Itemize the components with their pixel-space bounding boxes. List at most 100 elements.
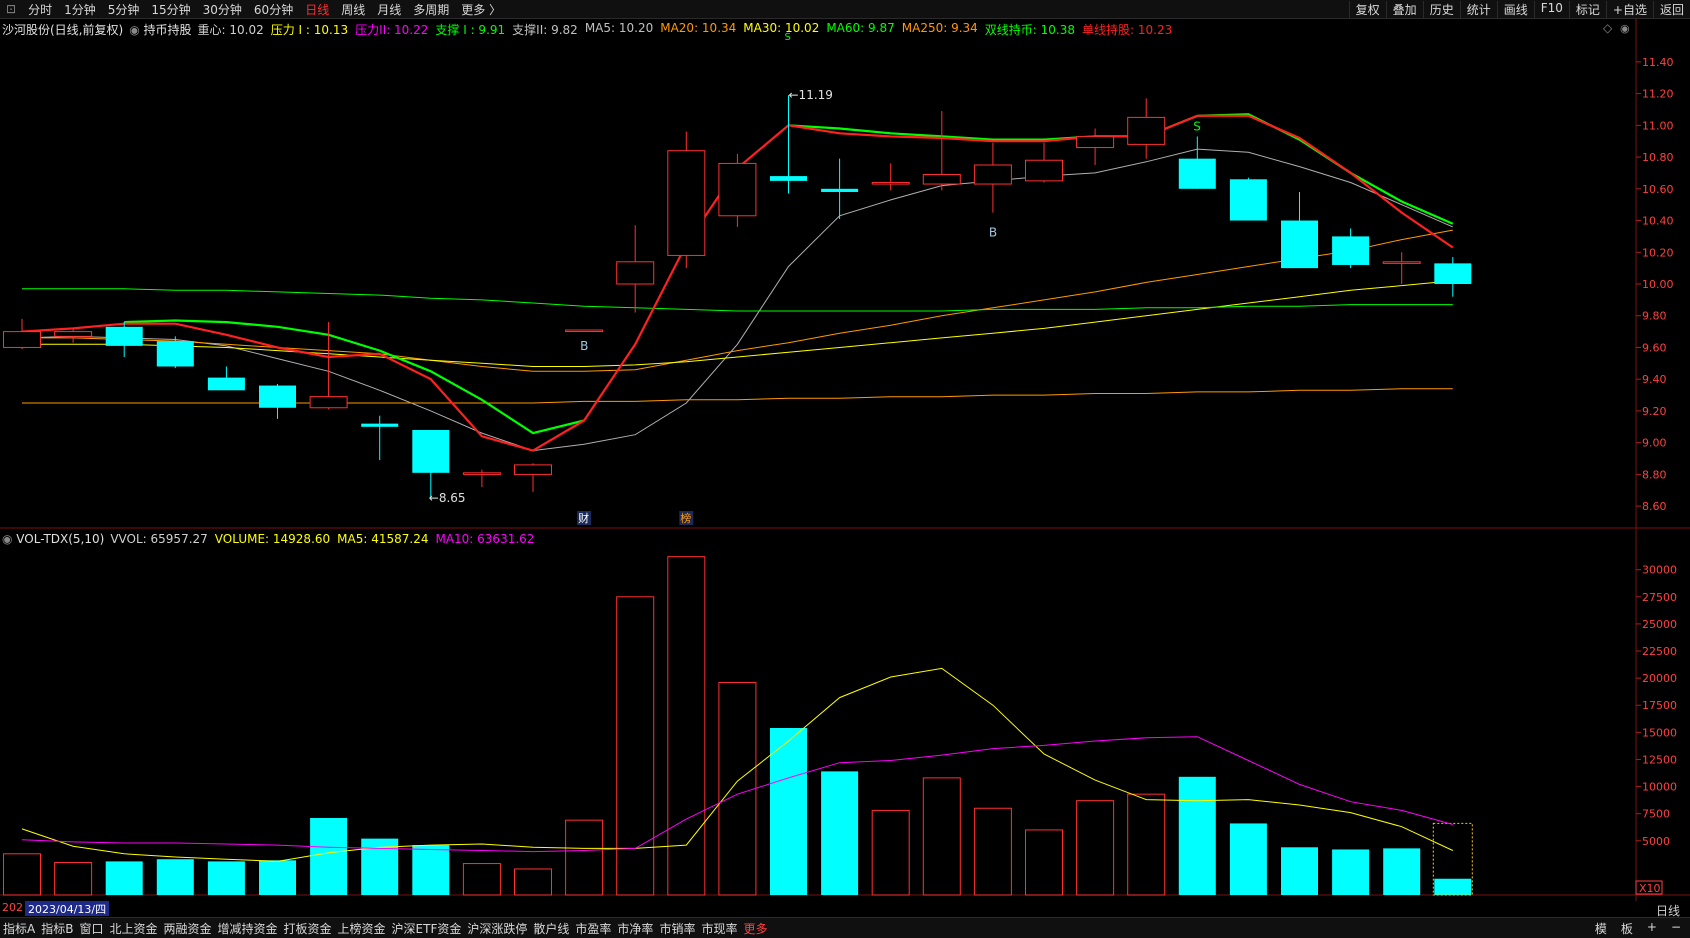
indicator-tab[interactable]: 指标A (0, 920, 38, 937)
bottom-control-button[interactable]: + (1644, 920, 1660, 937)
candle-body (1434, 263, 1472, 284)
vol-mark: 5 (631, 900, 638, 901)
y-tick-label: 11.20 (1642, 88, 1674, 101)
toolbar-button[interactable]: 标记 (1568, 0, 1606, 18)
chart-canvas[interactable]: 8.60 8.80 9.00 9.20 9.40 9.60 9.80 10.00 10.20 10… (0, 18, 1690, 901)
vol-y-tick-label: 22500 (1642, 645, 1677, 658)
candle-body (309, 396, 348, 409)
y-tick-label: 9.60 (1642, 341, 1667, 354)
indicator-tab[interactable]: 两融资金 (160, 920, 214, 937)
y-tick-label: 8.60 (1642, 500, 1667, 513)
indicator-tab[interactable]: 市现率 (698, 920, 740, 937)
date-axis: 202 2023/04/13/四 (0, 901, 110, 916)
period-toolbar: ⊡ 分时 1分钟 5分钟 15分钟 30分钟 60分钟 日线 周线 月线 多周期 更多 〉 复权 叠加… (0, 0, 1690, 19)
volume-bar (1178, 776, 1216, 895)
period-tab[interactable]: 60分钟 (248, 1, 299, 18)
candle-body (1382, 261, 1421, 264)
volume-bar (54, 861, 93, 896)
indicator-tab[interactable]: 指标B (38, 920, 76, 937)
period-tab[interactable]: 分时 (22, 1, 58, 18)
window-menu-icon[interactable]: ⊡ (0, 2, 22, 16)
period-tab[interactable]: 周线 (335, 1, 371, 18)
period-tab[interactable]: 多周期 (407, 1, 455, 18)
event-tag: 榜 (680, 511, 691, 525)
period-tab[interactable]: 5分钟 (102, 1, 146, 18)
volume-bar (973, 807, 1012, 896)
bottom-control-button[interactable]: 模 (1592, 920, 1610, 937)
volume-bar (922, 777, 961, 896)
y-tick-label: 10.20 (1642, 246, 1674, 259)
indicator-tab[interactable]: 打板资金 (281, 920, 335, 937)
candle-body (973, 164, 1012, 185)
period-tab[interactable]: 更多 〉 (455, 1, 507, 18)
volume-bar (565, 819, 604, 896)
indicator-tab[interactable]: 散户线 (530, 920, 572, 937)
y-tick-label: 8.80 (1642, 468, 1667, 481)
toolbar-button[interactable]: 画线 (1496, 0, 1534, 18)
sell-signal-s: S (785, 32, 791, 43)
bottom-control-button[interactable]: − (1668, 920, 1684, 937)
toolbar-button[interactable]: 复权 (1348, 0, 1386, 18)
vol-y-tick-label: 27500 (1642, 591, 1677, 604)
event-tag: 财 (578, 511, 589, 525)
candle-body (514, 464, 552, 475)
y-tick-label: 10.60 (1642, 183, 1674, 196)
y-tick-label: 11.40 (1642, 56, 1674, 69)
indicator-tab[interactable]: 北上资金 (106, 920, 160, 937)
vol-y-tick-label: 12500 (1642, 753, 1677, 766)
bottom-control-button[interactable]: 板 (1618, 920, 1636, 937)
period-tab[interactable]: 30分钟 (197, 1, 248, 18)
toolbar-button[interactable]: 统计 (1459, 0, 1497, 18)
volume-bar (616, 596, 655, 896)
volume-bar (3, 853, 41, 896)
y-tick-label: 10.80 (1642, 151, 1674, 164)
line-双线持币 (788, 113, 1454, 225)
period-tab[interactable]: 1分钟 (58, 1, 102, 18)
indicator-tab[interactable]: 市销率 (656, 920, 698, 937)
volume-bar (1229, 823, 1267, 895)
indicator-tab[interactable]: 窗口 (76, 920, 106, 937)
settings-dot-icon: ◉ (1620, 22, 1630, 35)
y-tick-label: 11.00 (1642, 119, 1674, 132)
candle-body (1229, 179, 1267, 221)
indicator-tab[interactable]: 更多 (740, 920, 770, 937)
volume-bar (207, 861, 245, 895)
candle-body (821, 188, 859, 192)
indicator-tab[interactable]: 市盈率 (572, 920, 614, 937)
toolbar-button[interactable]: +自选 (1605, 0, 1653, 18)
period-tab[interactable]: 日线 (299, 1, 335, 18)
y-tick-label: 9.40 (1642, 373, 1667, 386)
indicator-tab[interactable]: 沪深ETF资金 (389, 920, 465, 937)
y-tick-label: 9.20 (1642, 405, 1667, 418)
y-tick-label: 10.00 (1642, 278, 1674, 291)
candle-body (922, 174, 961, 185)
indicator-tab[interactable]: 沪深涨跌停 (464, 920, 530, 937)
candle-body (54, 331, 93, 337)
candle-body (412, 429, 450, 473)
line-双线持币 (124, 319, 585, 435)
line-MA60 (22, 288, 1453, 312)
y-tick-label: 9.00 (1642, 437, 1667, 450)
toolbar-button[interactable]: 历史 (1422, 0, 1460, 18)
candle-body (1025, 159, 1063, 182)
period-tab[interactable]: 月线 (371, 1, 407, 18)
candle-body (105, 326, 143, 346)
volume-bar (1332, 849, 1370, 895)
vol-y-tick-label: 5000 (1642, 835, 1670, 848)
indicator-tab[interactable]: 市净率 (614, 920, 656, 937)
toolbar-button[interactable]: 返回 (1652, 0, 1690, 18)
toolbar-button[interactable]: F10 (1533, 0, 1569, 18)
buy-signal-b: B (989, 226, 997, 240)
indicator-tab[interactable]: 增减持资金 (215, 920, 281, 937)
vol-scale-label: X10 (1639, 882, 1661, 895)
y-tick-label: 9.80 (1642, 310, 1667, 323)
candle-body (718, 162, 757, 217)
candle-body (1281, 220, 1318, 269)
candle-body (1127, 116, 1166, 145)
period-tab[interactable]: 15分钟 (145, 1, 196, 18)
toolbar-button[interactable]: 叠加 (1385, 0, 1423, 18)
candle-body (259, 385, 296, 408)
indicator-tab[interactable]: 上榜资金 (335, 920, 389, 937)
low-price-marker: ←8.65 (429, 491, 466, 505)
indicator-tabbar: 指标A 指标B 窗口 北上资金 两融资金 增减持资金 打板资金 上榜资金 沪深ETF资金 沪深涨跌… (0, 917, 1690, 938)
